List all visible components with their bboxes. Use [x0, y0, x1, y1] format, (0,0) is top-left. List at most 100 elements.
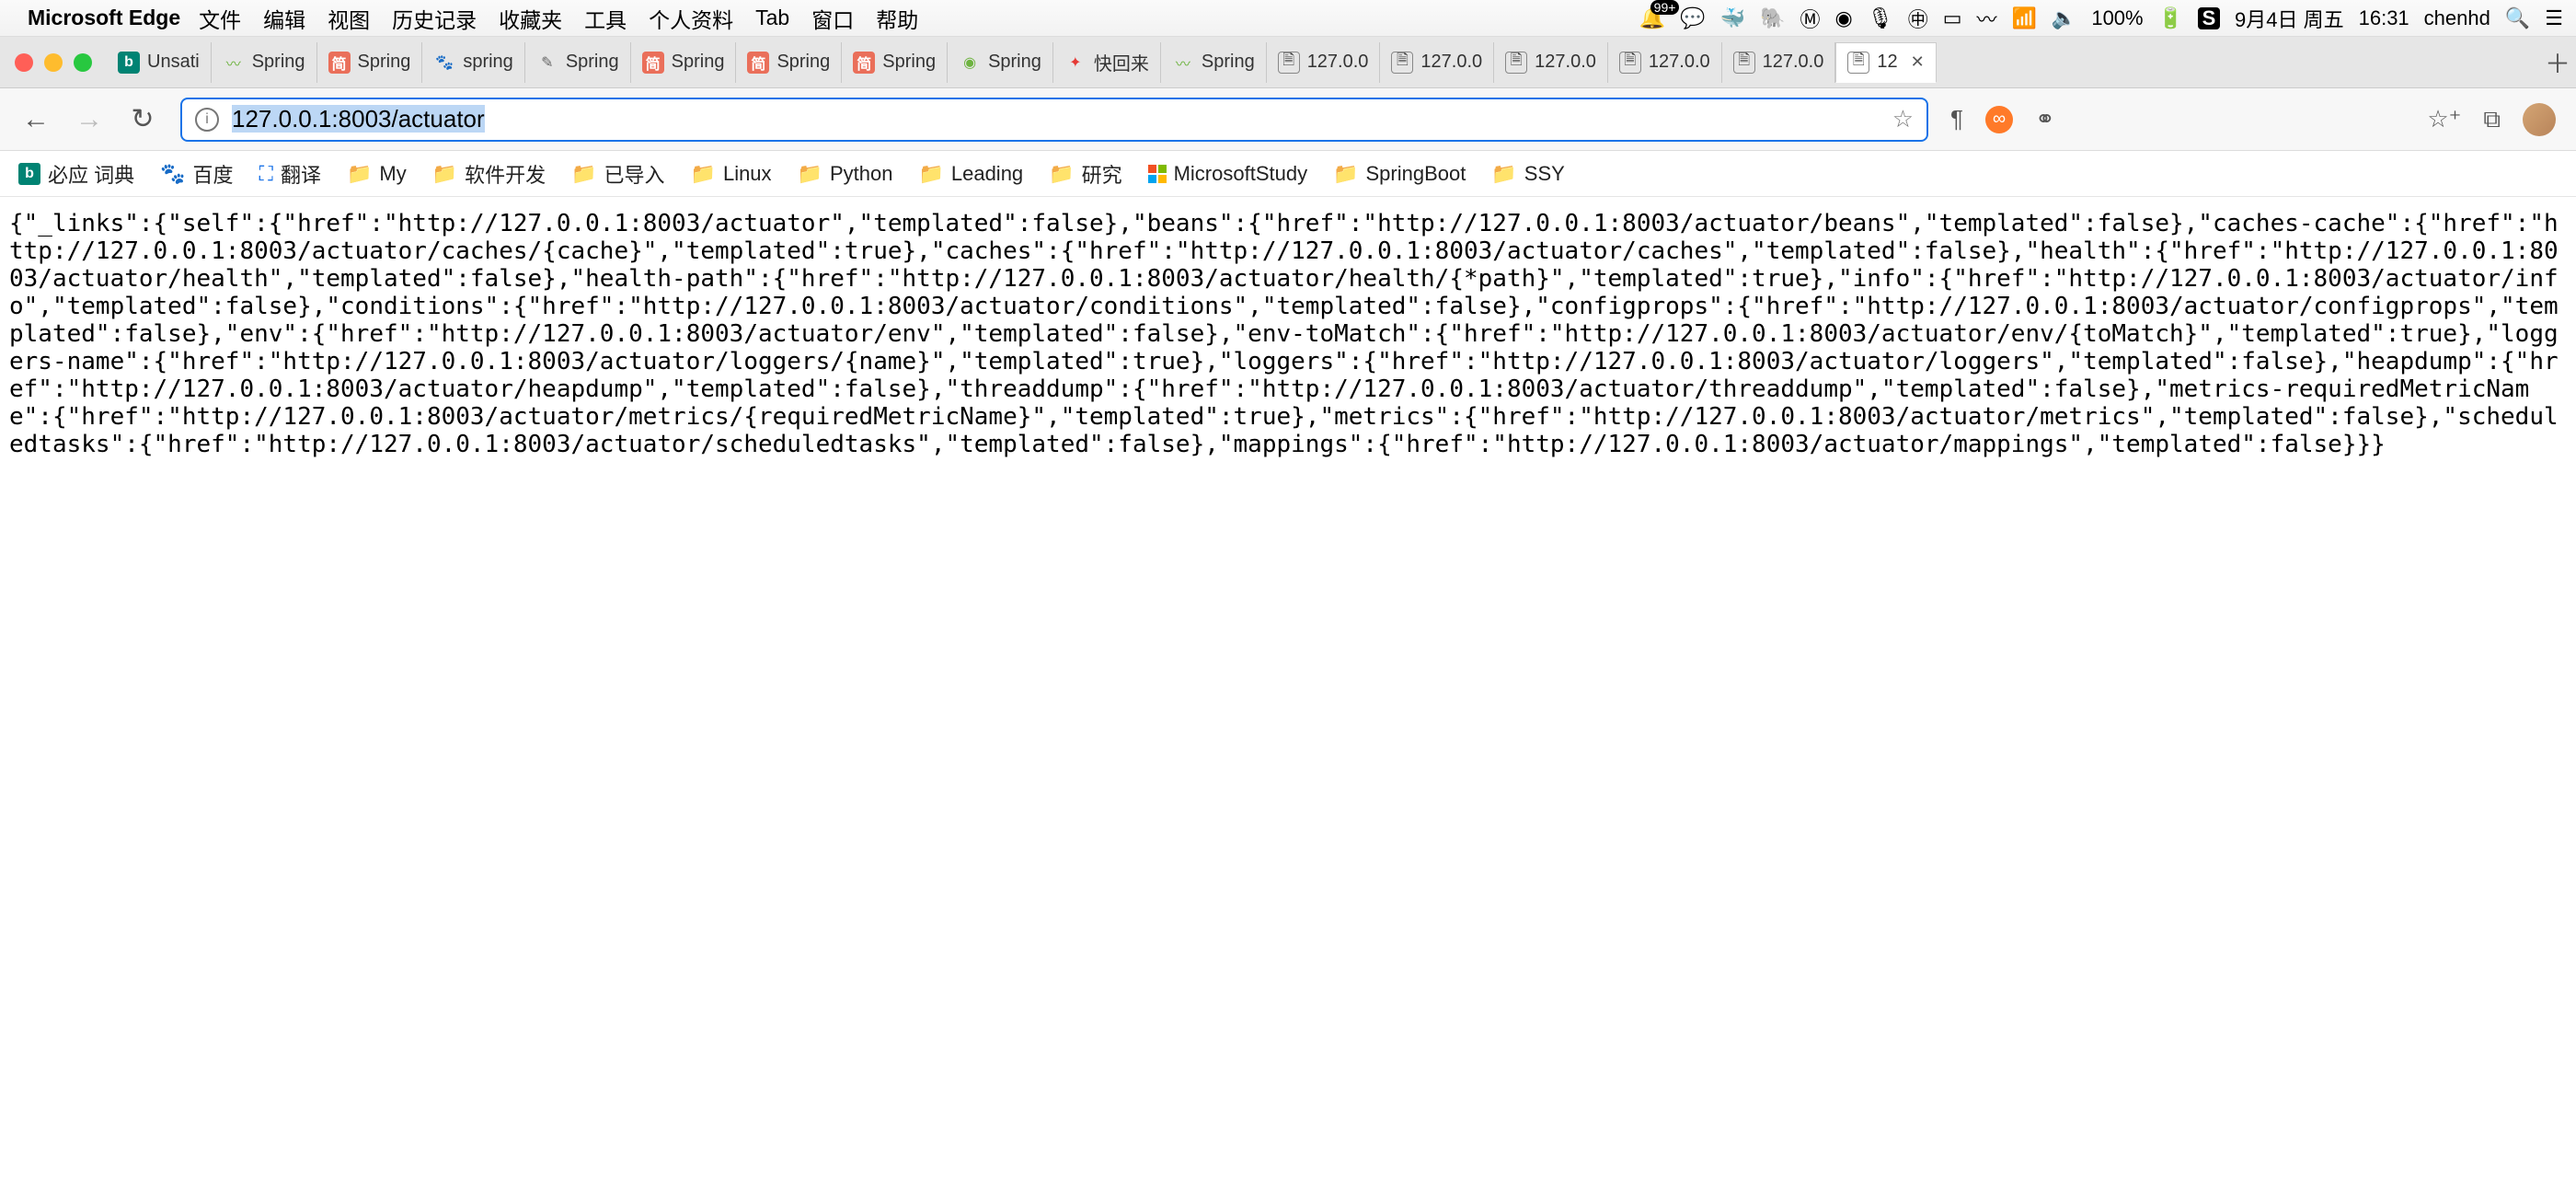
wave-icon[interactable]: 〰: [1977, 4, 1997, 33]
docker-icon[interactable]: 🐳: [1720, 6, 1745, 30]
browser-tab[interactable]: 简Spring: [842, 42, 948, 83]
bookmark-item[interactable]: 📁研究: [1049, 159, 1121, 189]
browser-tab[interactable]: 🗎127.0.0: [1608, 42, 1722, 83]
bookmark-label: 研究: [1082, 159, 1122, 189]
window-controls: [7, 53, 92, 72]
tab-title: spring: [463, 52, 512, 73]
menu-history[interactable]: 历史记录: [392, 3, 477, 34]
bookmark-item[interactable]: 📁 SSY: [1491, 162, 1564, 186]
favorites-icon[interactable]: ☆⁺: [2427, 105, 2461, 133]
window-close-button[interactable]: [15, 53, 33, 72]
browser-tab[interactable]: 简Spring: [736, 42, 842, 83]
menubar-date[interactable]: 9月4日 周五: [2235, 4, 2344, 33]
profile-avatar[interactable]: [2523, 103, 2556, 136]
browser-tab[interactable]: 🐾spring: [422, 42, 524, 83]
menu-profile[interactable]: 个人资料: [649, 3, 733, 34]
site-info-icon[interactable]: i: [195, 108, 219, 132]
notification-icon[interactable]: 🔔99+: [1639, 6, 1666, 30]
control-center-icon[interactable]: ☰: [2545, 6, 2563, 30]
window-zoom-button[interactable]: [74, 53, 92, 72]
paragraph-icon[interactable]: ¶: [1950, 105, 1963, 133]
tab-title: 127.0.0: [1420, 52, 1482, 73]
tab-close-icon[interactable]: ✕: [1911, 52, 1925, 72]
forward-button[interactable]: →: [74, 104, 105, 135]
bookmark-label: My: [379, 162, 406, 186]
menu-tab[interactable]: Tab: [755, 6, 789, 30]
app-name[interactable]: Microsoft Edge: [28, 6, 180, 30]
bookmark-item[interactable]: b必应 词典: [18, 159, 134, 189]
address-bar[interactable]: i 127.0.0.1:8003/actuator ☆: [180, 98, 1928, 142]
bookmark-label: Python: [830, 162, 893, 186]
link-icon[interactable]: ⚭: [2035, 105, 2055, 133]
spotlight-icon[interactable]: 🔍: [2505, 6, 2530, 30]
menubar-time[interactable]: 16:31: [2359, 6, 2409, 30]
bookmark-item[interactable]: 📁已导入: [571, 159, 664, 189]
tab-title: Spring: [988, 52, 1041, 73]
tab-title: 127.0.0: [1535, 52, 1596, 73]
bookmark-label: SSY: [1524, 162, 1565, 186]
browser-tab[interactable]: 🗎127.0.0: [1267, 42, 1381, 83]
new-tab-button[interactable]: ＋: [2539, 44, 2576, 81]
tab-title: Spring: [252, 52, 305, 73]
menu-view[interactable]: 视图: [328, 3, 370, 34]
bookmark-label: 必应 词典: [48, 159, 134, 189]
display-icon[interactable]: ▭: [1943, 6, 1962, 30]
mic-icon[interactable]: 🎙: [1868, 6, 1893, 30]
wifi-icon[interactable]: 📶: [2012, 6, 2037, 30]
bookmark-item[interactable]: 🐾百度: [160, 159, 233, 189]
tab-title: Spring: [1202, 52, 1255, 73]
browser-tab[interactable]: 🗎127.0.0: [1722, 42, 1836, 83]
volume-icon[interactable]: 🔈: [2052, 6, 2076, 30]
browser-tab[interactable]: 简Spring: [631, 42, 737, 83]
bookmark-item[interactable]: 📁 My: [347, 162, 407, 186]
circle-m-icon[interactable]: Ⓜ: [1800, 4, 1821, 33]
menubar-user[interactable]: chenhd: [2424, 6, 2490, 30]
tab-title: 快回来: [1094, 49, 1149, 75]
evernote-icon[interactable]: 🐘: [1760, 6, 1785, 30]
wechat-icon[interactable]: 💬: [1680, 6, 1705, 30]
browser-tab[interactable]: 🗎127.0.0: [1380, 42, 1494, 83]
browser-tab[interactable]: 简Spring: [317, 42, 423, 83]
reload-button[interactable]: ↻: [127, 103, 158, 135]
battery-percent[interactable]: 100%: [2091, 6, 2143, 30]
browser-tab[interactable]: bUnsati: [107, 42, 212, 83]
browser-tab[interactable]: 〰Spring: [1161, 42, 1267, 83]
tab-title: Spring: [776, 52, 830, 73]
extension-orange-icon[interactable]: ∞: [1985, 106, 2013, 133]
browser-tab[interactable]: 🗎12✕: [1835, 42, 1936, 83]
browser-tab[interactable]: ✎Spring: [525, 42, 631, 83]
microsoft-icon: [1148, 165, 1167, 183]
browser-tab[interactable]: ✦快回来: [1053, 42, 1161, 83]
favorite-star-icon[interactable]: ☆: [1892, 105, 1914, 133]
translate-icon: ⛶: [259, 162, 273, 186]
bookmark-item[interactable]: 📁软件开发: [432, 159, 546, 189]
ime-icon[interactable]: ㊥: [1908, 4, 1928, 33]
bookmark-item[interactable]: ⛶翻译: [259, 159, 321, 189]
bookmark-item[interactable]: 📁Linux: [691, 162, 772, 186]
bookmark-item[interactable]: MicrosoftStudy: [1148, 162, 1308, 186]
bookmark-item[interactable]: 📁Python: [798, 162, 893, 186]
bookmark-item[interactable]: 📁Leading: [918, 162, 1023, 186]
folder-icon: 📁: [347, 162, 372, 186]
browser-toolbar: ← → ↻ i 127.0.0.1:8003/actuator ☆ ¶ ∞ ⚭ …: [0, 88, 2576, 151]
collections-icon[interactable]: ⧉: [2483, 105, 2501, 134]
browser-tab[interactable]: ◉Spring: [948, 42, 1053, 83]
folder-icon: 📁: [1491, 162, 1516, 186]
menu-window[interactable]: 窗口: [811, 3, 854, 34]
sogou-icon[interactable]: S: [2198, 7, 2220, 29]
bookmark-item[interactable]: 📁SpringBoot: [1333, 162, 1466, 186]
browser-tab[interactable]: 🗎127.0.0: [1494, 42, 1608, 83]
back-button[interactable]: ←: [20, 104, 52, 135]
menu-file[interactable]: 文件: [199, 3, 241, 34]
battery-icon[interactable]: 🔋: [2158, 6, 2183, 30]
clock-icon[interactable]: ◉: [1835, 6, 1853, 30]
menu-favorites[interactable]: 收藏夹: [499, 3, 562, 34]
menu-edit[interactable]: 编辑: [263, 3, 305, 34]
window-minimize-button[interactable]: [44, 53, 63, 72]
browser-tab[interactable]: 〰Spring: [212, 42, 317, 83]
folder-icon: 📁: [691, 162, 716, 186]
folder-icon: 📁: [432, 162, 457, 186]
menu-tools[interactable]: 工具: [584, 3, 627, 34]
menu-help[interactable]: 帮助: [876, 3, 918, 34]
tab-title: Unsati: [147, 52, 200, 73]
